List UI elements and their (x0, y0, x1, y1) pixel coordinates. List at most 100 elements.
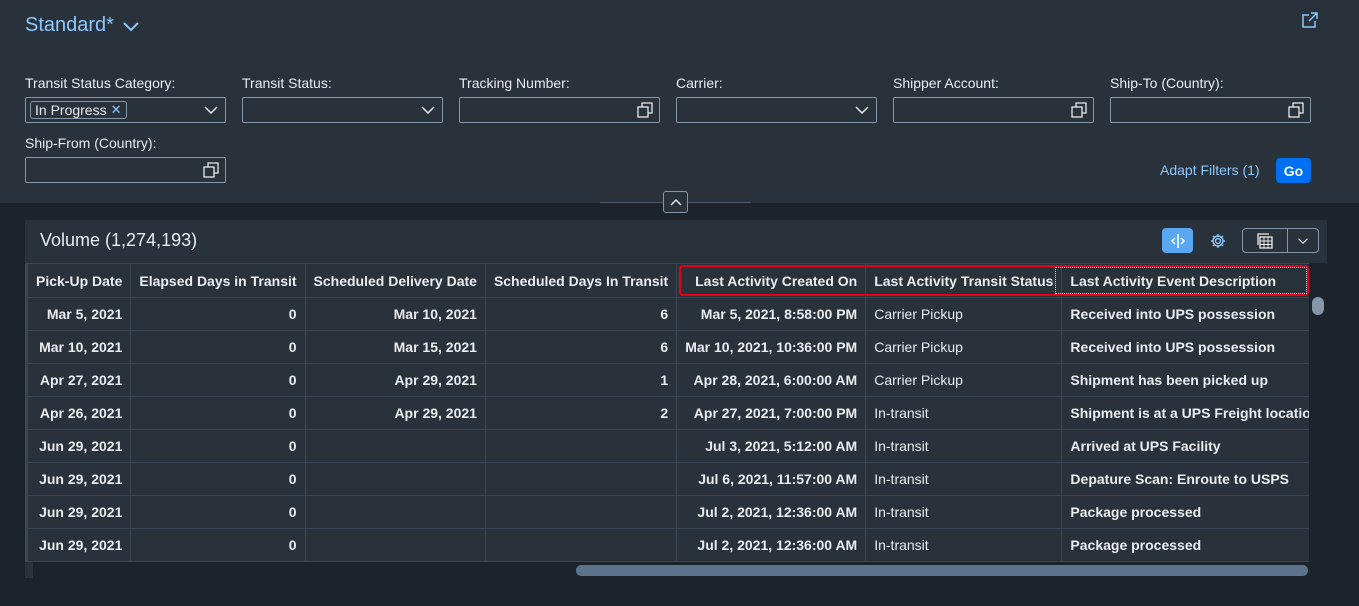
value-help-icon[interactable] (637, 102, 653, 118)
cell-scheduled-days: 6 (484, 297, 678, 331)
vertical-scrollbar-thumb[interactable] (1312, 297, 1324, 315)
table-row[interactable]: Mar 10, 2021 0 Mar 15, 2021 6 Mar 10, 20… (25, 330, 1309, 364)
value-help-icon[interactable] (1288, 102, 1304, 118)
cell-last-activity-event-description: Received into UPS possession (1061, 297, 1309, 331)
cell-scheduled-delivery-date (304, 528, 486, 562)
filter-label-ship-from-country: Ship-From (Country): (25, 135, 157, 151)
cell-scheduled-delivery-date (304, 495, 486, 529)
divider (688, 202, 751, 203)
cell-last-activity-created-on: Jul 6, 2021, 11:57:00 AM (676, 462, 867, 496)
variant-management[interactable]: Standard* (25, 14, 140, 37)
data-table: Pick-Up Date Elapsed Days in Transit Sch… (25, 263, 1309, 562)
cell-last-activity-event-description: Depature Scan: Enroute to USPS (1061, 462, 1309, 496)
cell-last-activity-created-on: Jul 2, 2021, 12:36:00 AM (676, 495, 867, 529)
cell-pick-up-date: Jun 29, 2021 (26, 462, 132, 496)
close-icon[interactable]: ✕ (111, 102, 122, 118)
cell-elapsed-days: 0 (130, 495, 306, 529)
chevron-down-icon (123, 21, 139, 31)
filter-label-ship-to-country: Ship-To (Country): (1110, 75, 1224, 91)
transit-status-category-input[interactable]: In Progress ✕ (25, 97, 226, 123)
cell-elapsed-days: 0 (130, 429, 306, 463)
cell-last-activity-transit-status: Carrier Pickup (865, 363, 1063, 397)
cell-scheduled-days: 2 (484, 396, 678, 430)
filter-label-transit-status: Transit Status: (242, 75, 332, 91)
cell-last-activity-transit-status: In-transit (865, 462, 1063, 496)
go-button[interactable]: Go (1276, 158, 1311, 183)
cell-last-activity-created-on: Mar 5, 2021, 8:58:00 PM (676, 297, 867, 331)
variant-title: Standard* (25, 14, 114, 36)
column-header-last-activity-transit-status[interactable]: Last Activity Transit Status (865, 263, 1063, 298)
cell-last-activity-created-on: Jul 2, 2021, 12:36:00 AM (676, 528, 867, 562)
export-dropdown-button[interactable] (1288, 229, 1318, 252)
cell-last-activity-transit-status: In-transit (865, 396, 1063, 430)
export-menu-button[interactable] (1242, 228, 1319, 253)
filter-label-carrier: Carrier: (676, 75, 723, 91)
filter-token[interactable]: In Progress ✕ (30, 101, 127, 119)
cell-elapsed-days: 0 (130, 297, 306, 331)
cell-scheduled-days: 6 (484, 330, 678, 364)
column-header-last-activity-event-description[interactable]: Last Activity Event Description (1061, 263, 1309, 298)
divider (600, 202, 663, 203)
cell-scheduled-days (484, 495, 678, 529)
cell-last-activity-transit-status: Carrier Pickup (865, 330, 1063, 364)
chevron-up-icon (669, 198, 682, 206)
column-header-scheduled-days[interactable]: Scheduled Days In Transit (484, 263, 678, 298)
value-help-icon[interactable] (203, 162, 219, 178)
cell-pick-up-date: Jun 29, 2021 (26, 495, 132, 529)
horizontal-scrollbar-thumb[interactable] (576, 565, 1308, 576)
cell-pick-up-date: Mar 10, 2021 (26, 330, 132, 364)
cell-pick-up-date: Jun 29, 2021 (26, 429, 132, 463)
cell-pick-up-date: Mar 5, 2021 (26, 297, 132, 331)
tracking-number-input[interactable] (459, 97, 660, 123)
cell-elapsed-days: 0 (130, 396, 306, 430)
cell-last-activity-event-description: Received into UPS possession (1061, 330, 1309, 364)
chevron-down-icon[interactable] (203, 102, 219, 118)
chevron-down-icon[interactable] (420, 102, 436, 118)
export-spreadsheet-icon (1257, 232, 1273, 249)
table-row[interactable]: Mar 5, 2021 0 Mar 10, 2021 6 Mar 5, 2021… (25, 297, 1309, 331)
cell-last-activity-transit-status: In-transit (865, 495, 1063, 529)
token-label: In Progress (35, 102, 107, 118)
cell-last-activity-event-description: Shipment has been picked up (1061, 363, 1309, 397)
table-title: Volume (1,274,193) (40, 230, 198, 250)
cell-last-activity-transit-status: In-transit (865, 429, 1063, 463)
table-row[interactable]: Apr 27, 2021 0 Apr 29, 2021 1 Apr 28, 20… (25, 363, 1309, 397)
share-icon[interactable] (1301, 11, 1319, 29)
column-header-last-activity-created-on[interactable]: Last Activity Created On (676, 263, 867, 298)
column-resize-toggle-button[interactable] (1162, 228, 1193, 253)
ship-from-country-input[interactable] (25, 157, 226, 183)
cell-elapsed-days: 0 (130, 363, 306, 397)
cell-pick-up-date: Apr 26, 2021 (26, 396, 132, 430)
transit-status-input[interactable] (242, 97, 443, 123)
column-resize-icon (1170, 233, 1185, 248)
adapt-filters-link[interactable]: Adapt Filters (1) (1160, 162, 1260, 178)
column-header-elapsed-days[interactable]: Elapsed Days in Transit (130, 263, 306, 298)
chevron-down-icon[interactable] (854, 102, 870, 118)
table-row[interactable]: Jun 29, 2021 0 Jul 2, 2021, 12:36:00 AM … (25, 528, 1309, 562)
table-row[interactable]: Jun 29, 2021 0 Jul 3, 2021, 5:12:00 AM I… (25, 429, 1309, 463)
cell-pick-up-date: Jun 29, 2021 (26, 528, 132, 562)
cell-scheduled-delivery-date: Apr 29, 2021 (304, 396, 486, 430)
filter-label-shipper-account: Shipper Account: (893, 75, 999, 91)
table-row[interactable]: Jun 29, 2021 0 Jul 2, 2021, 12:36:00 AM … (25, 495, 1309, 529)
export-button[interactable] (1243, 229, 1288, 252)
cell-scheduled-delivery-date (304, 429, 486, 463)
cell-elapsed-days: 0 (130, 528, 306, 562)
carrier-input[interactable] (676, 97, 877, 123)
column-header-pick-up-date[interactable]: Pick-Up Date (26, 263, 132, 298)
cell-scheduled-delivery-date: Mar 15, 2021 (304, 330, 486, 364)
cell-last-activity-event-description: Shipment is at a UPS Freight location (1061, 396, 1309, 430)
column-header-scheduled-delivery-date[interactable]: Scheduled Delivery Date (304, 263, 486, 298)
table-row[interactable]: Apr 26, 2021 0 Apr 29, 2021 2 Apr 27, 20… (25, 396, 1309, 430)
table-header-row: Pick-Up Date Elapsed Days in Transit Sch… (25, 263, 1309, 298)
shipper-account-input[interactable] (893, 97, 1094, 123)
cell-last-activity-event-description: Arrived at UPS Facility (1061, 429, 1309, 463)
value-help-icon[interactable] (1071, 102, 1087, 118)
ship-to-country-input[interactable] (1110, 97, 1311, 123)
cell-last-activity-created-on: Mar 10, 2021, 10:36:00 PM (676, 330, 867, 364)
cell-scheduled-days: 1 (484, 363, 678, 397)
collapse-header-button[interactable] (663, 191, 688, 213)
settings-button[interactable] (1204, 228, 1232, 253)
table-row[interactable]: Jun 29, 2021 0 Jul 6, 2021, 11:57:00 AM … (25, 462, 1309, 496)
cell-pick-up-date: Apr 27, 2021 (26, 363, 132, 397)
